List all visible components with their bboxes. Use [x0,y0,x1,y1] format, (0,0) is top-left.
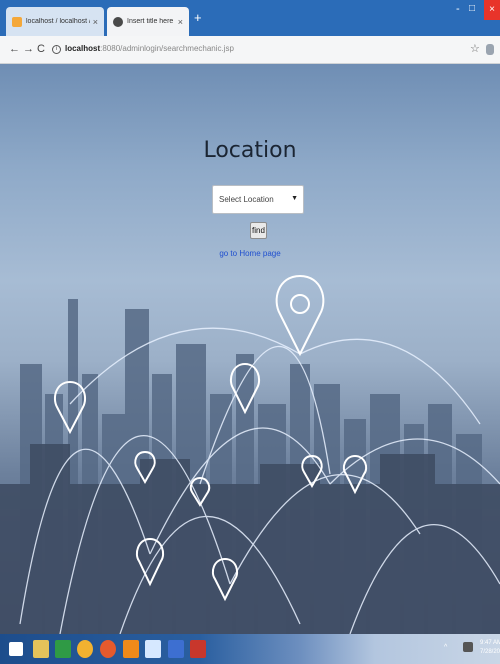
page-favicon-icon [113,16,123,27]
url-host: localhost [65,44,101,53]
page-title: Location [203,138,297,163]
sublime-text-icon[interactable] [123,640,139,658]
location-select-value: Select Location [219,195,274,204]
home-page-link: go to Home page [0,249,500,258]
spreadsheet-app-icon[interactable] [55,640,71,658]
dropdown-arrow-icon: ▼ [291,195,298,202]
network-icon[interactable] [463,642,473,652]
clock-time: 9:47 AM [480,640,500,646]
chrome-icon[interactable] [77,640,93,658]
browser-address-bar: ← → C i localhost:8080/adminlogin/search… [0,36,500,64]
window-minimize-button[interactable]: - [456,3,460,15]
url-path: :8080/adminlogin/searchmechanic.jsp [100,44,234,53]
system-clock[interactable]: 9:47 AM 7/28/2019 [480,639,500,657]
tab-title: Insert title here [127,18,174,25]
bookmark-star-icon[interactable]: ☆ [470,42,480,55]
tab-title: localhost / localhost / phpMyAd [26,18,90,25]
home-page-link-text[interactable]: go to Home page [219,249,280,258]
tab-close-icon[interactable]: × [93,17,98,27]
browser-tab-active[interactable]: Insert title here × [107,7,189,36]
window-maximize-button[interactable]: □ [469,3,475,14]
java-app-icon[interactable] [190,640,206,658]
browser-tab-bar: localhost / localhost / phpMyAd × Insert… [0,0,500,36]
back-arrow-icon[interactable]: ← [9,43,20,55]
tab-close-icon[interactable]: × [178,17,183,27]
windows-start-icon[interactable] [9,642,23,656]
site-info-icon[interactable]: i [52,45,61,54]
browser-tab-phpmyadmin[interactable]: localhost / localhost / phpMyAd × [6,7,104,36]
location-select[interactable]: Select Location ▼ [212,185,304,214]
url-field[interactable]: localhost:8080/adminlogin/searchmechanic… [65,44,234,53]
find-button[interactable]: find [250,222,267,239]
forward-arrow-icon[interactable]: → [23,43,34,55]
window-close-button[interactable]: × [484,0,500,20]
database-app-icon[interactable] [168,640,184,658]
clock-date: 7/28/2019 [480,649,500,655]
firefox-icon[interactable] [100,640,116,658]
phpmyadmin-favicon-icon [12,16,22,27]
tray-overflow-icon[interactable]: ^ [444,644,447,651]
new-tab-button[interactable]: + [194,10,202,25]
file-explorer-icon[interactable] [33,640,49,658]
page-content: Location Select Location ▼ find go to Ho… [0,64,500,634]
windows-taskbar: ^ 9:47 AM 7/28/2019 [0,634,500,664]
vpn-app-icon[interactable] [145,640,161,658]
reload-icon[interactable]: C [37,43,45,55]
extension-icon[interactable] [486,44,494,55]
